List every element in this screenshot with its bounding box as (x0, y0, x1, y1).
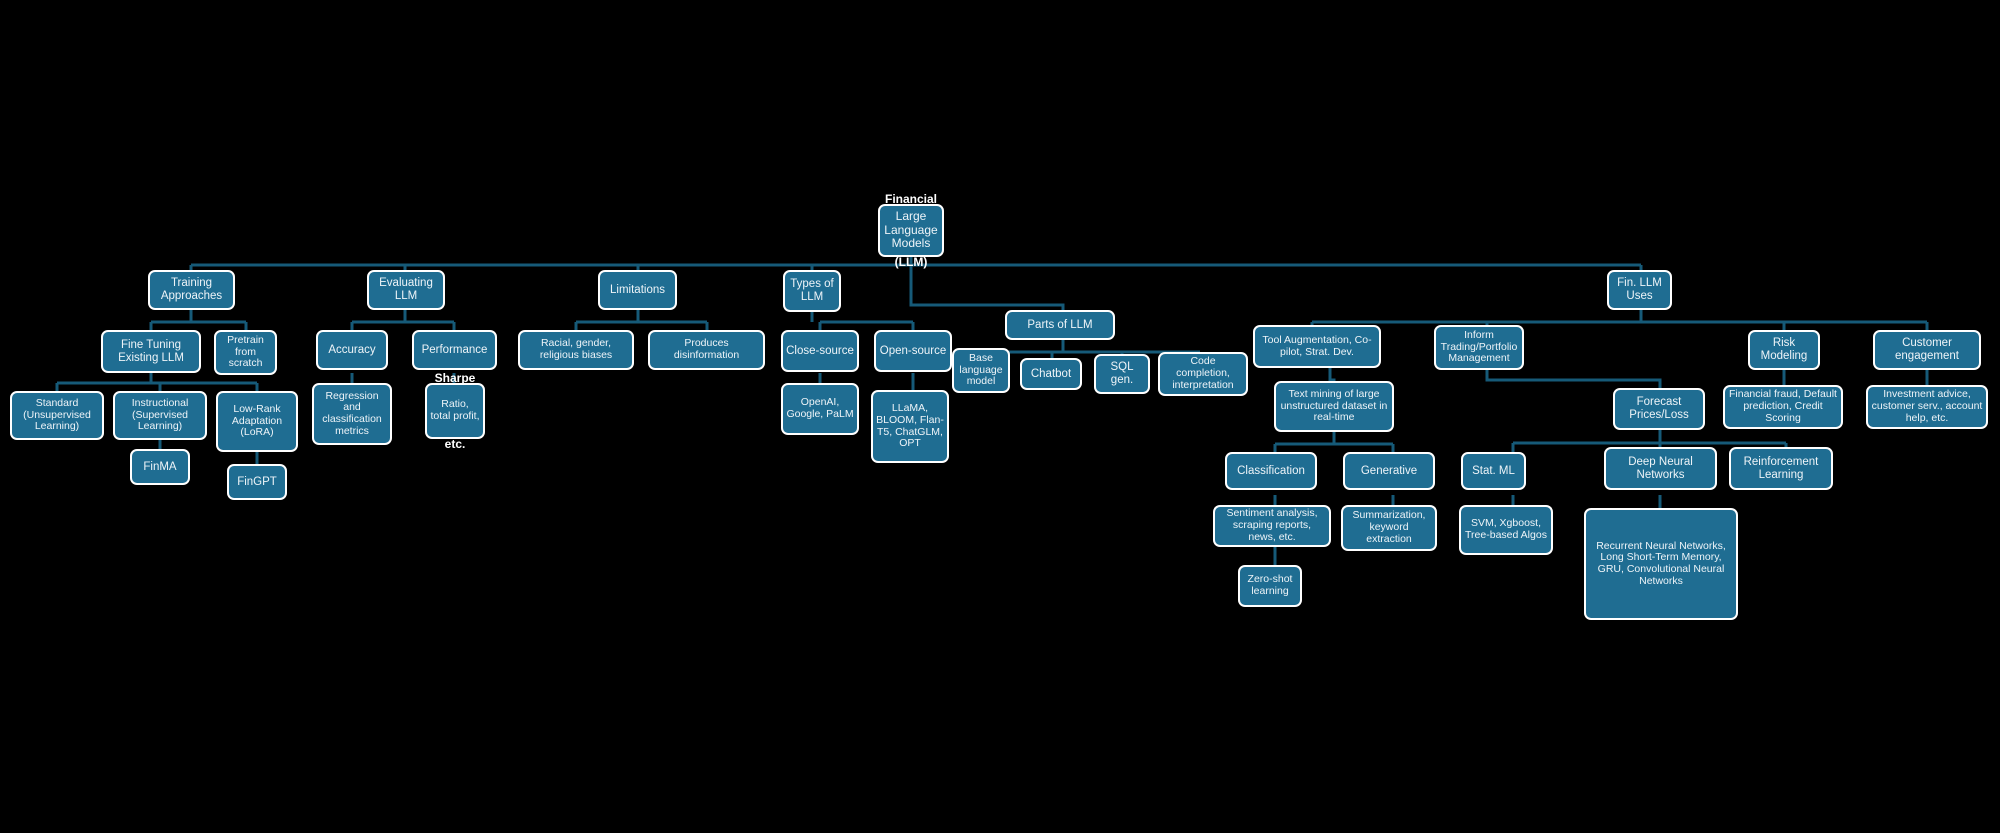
node-standard-unsupervised-label: Standard (Unsupervised Learning) (23, 396, 91, 433)
node-produces-disinformation-label: Produces disinformation (673, 337, 740, 361)
node-classification-label: Classification (1237, 464, 1305, 477)
node-root[interactable]: Financial Large Language Models (LLM) (878, 192, 944, 269)
node-reinforcement-learning[interactable]: Reinforcement Learning (1729, 447, 1833, 490)
node-openai-google-palm[interactable]: OpenAI, Google, PaLM (781, 383, 859, 435)
node-accuracy-label: Accuracy (328, 343, 376, 356)
node-forecast-prices-loss-label: Forecast Prices/Loss (1629, 396, 1689, 421)
node-reinforcement-learning-label: Reinforcement Learning (1743, 455, 1819, 481)
node-deep-neural-networks[interactable]: Deep Neural Networks (1604, 447, 1717, 490)
node-training-approaches-label: Training Approaches (160, 277, 223, 302)
node-financial-fraud-default-credit-label: Financial fraud, Default prediction, Cre… (1729, 388, 1837, 424)
node-instructional-supervised[interactable]: Instructional (Supervised Learning) (113, 391, 207, 440)
node-regression-classification-metrics[interactable]: Regression and classification metrics (312, 383, 392, 445)
node-code-completion-interpretation-label: Code completion, interpretation (1172, 355, 1234, 391)
node-rnn-lstm-gru-cnn[interactable]: Recurrent Neural Networks, Long Short-Te… (1584, 508, 1738, 620)
node-types-of-llm-label: Types of LLM (790, 278, 834, 303)
node-finma[interactable]: FinMA (130, 449, 190, 485)
node-inform-trading-portfolio[interactable]: Inform Trading/Portfolio Management (1434, 325, 1524, 370)
node-close-source[interactable]: Close-source (781, 330, 859, 372)
node-parts-of-llm-label: Parts of LLM (1027, 318, 1093, 331)
node-generative[interactable]: Generative (1343, 452, 1435, 490)
node-fine-tuning-existing-llm-label: Fine Tuning Existing LLM (118, 338, 184, 364)
node-code-completion-interpretation[interactable]: Code completion, interpretation (1158, 352, 1248, 396)
node-chatbot-label: Chatbot (1030, 367, 1072, 380)
node-stat-ml[interactable]: Stat. ML (1461, 452, 1526, 490)
node-openai-google-palm-label: OpenAI, Google, PaLM (786, 396, 854, 420)
node-close-source-label: Close-source (786, 344, 854, 357)
node-sentiment-analysis[interactable]: Sentiment analysis, scraping reports, ne… (1213, 505, 1331, 547)
node-regression-classification-metrics-label: Regression and classification metrics (322, 389, 382, 437)
node-fin-llm-uses[interactable]: Fin. LLM Uses (1607, 270, 1672, 310)
node-text-mining[interactable]: Text mining of large unstructured datase… (1274, 381, 1394, 432)
node-zero-shot-learning[interactable]: Zero-shot learning (1238, 565, 1302, 607)
node-customer-engagement[interactable]: Customer engagement (1873, 330, 1981, 370)
node-text-mining-label: Text mining of large unstructured datase… (1280, 387, 1388, 424)
node-limitations[interactable]: Limitations (598, 270, 677, 310)
node-forecast-prices-loss[interactable]: Forecast Prices/Loss (1613, 388, 1705, 430)
node-tool-augmentation[interactable]: Tool Augmentation, Co-pilot, Strat. Dev. (1253, 325, 1381, 368)
node-performance[interactable]: Performance (412, 330, 497, 370)
node-svm-xgboost-tree-algos-label: SVM, Xgboost, Tree-based Algos (1465, 517, 1547, 541)
node-pretrain-from-scratch-label: Pretrain from scratch (227, 333, 264, 370)
node-limitations-label: Limitations (610, 283, 665, 296)
node-open-source-label: Open-source (879, 344, 947, 357)
node-types-of-llm[interactable]: Types of LLM (783, 270, 841, 312)
node-zero-shot-learning-label: Zero-shot learning (1247, 573, 1293, 597)
node-parts-of-llm[interactable]: Parts of LLM (1005, 310, 1115, 340)
node-racial-gender-religious-biases[interactable]: Racial, gender, religious biases (518, 330, 634, 370)
node-classification[interactable]: Classification (1225, 452, 1317, 490)
node-fin-llm-uses-label: Fin. LLM Uses (1617, 277, 1662, 302)
node-evaluating-llm[interactable]: Evaluating LLM (367, 270, 445, 310)
root-label-below: (LLM) (894, 254, 928, 269)
node-low-rank-adaptation-label: Low-Rank Adaptation (LoRA) (231, 402, 283, 439)
node-racial-gender-religious-biases-label: Racial, gender, religious biases (539, 337, 613, 361)
node-llama-bloom-flant5-chatglm-opt[interactable]: LLaMA, BLOOM, Flan-T5, ChatGLM, OPT (871, 390, 949, 463)
node-chatbot[interactable]: Chatbot (1020, 358, 1082, 390)
node-deep-neural-networks-label: Deep Neural Networks (1628, 455, 1693, 481)
node-training-approaches[interactable]: Training Approaches (148, 270, 235, 310)
node-pretrain-from-scratch[interactable]: Pretrain from scratch (214, 330, 277, 375)
node-svm-xgboost-tree-algos[interactable]: SVM, Xgboost, Tree-based Algos (1459, 505, 1553, 555)
node-sentiment-analysis-label: Sentiment analysis, scraping reports, ne… (1226, 507, 1318, 543)
node-open-source[interactable]: Open-source (874, 330, 952, 372)
node-produces-disinformation[interactable]: Produces disinformation (648, 330, 765, 370)
node-rnn-lstm-gru-cnn-label: Recurrent Neural Networks, Long Short-Te… (1596, 539, 1726, 587)
node-inform-trading-portfolio-label: Inform Trading/Portfolio Management (1440, 328, 1518, 365)
node-risk-modeling-label: Risk Modeling (1760, 337, 1808, 362)
node-sharpe-ratio-total-profit[interactable]: Sharpe Ratio, total profit, etc. (425, 371, 485, 451)
node-investment-advice-customer-serv[interactable]: Investment advice, customer serv., accou… (1866, 385, 1988, 429)
node-summarization-keyword-label: Summarization, keyword extraction (1352, 509, 1426, 545)
node-finma-label: FinMA (143, 460, 177, 473)
node-base-language-model[interactable]: Base language model (952, 348, 1010, 393)
node-llama-bloom-flant5-chatglm-opt-label: LLaMA, BLOOM, Flan-T5, ChatGLM, OPT (876, 402, 944, 450)
node-risk-modeling[interactable]: Risk Modeling (1748, 330, 1820, 370)
node-summarization-keyword[interactable]: Summarization, keyword extraction (1341, 505, 1437, 551)
node-low-rank-adaptation[interactable]: Low-Rank Adaptation (LoRA) (216, 391, 298, 452)
node-stat-ml-label: Stat. ML (1472, 464, 1515, 477)
node-accuracy[interactable]: Accuracy (316, 330, 388, 370)
node-investment-advice-customer-serv-label: Investment advice, customer serv., accou… (1871, 388, 1983, 424)
node-standard-unsupervised[interactable]: Standard (Unsupervised Learning) (10, 391, 104, 440)
node-financial-fraud-default-credit[interactable]: Financial fraud, Default prediction, Cre… (1723, 385, 1843, 429)
node-fingpt[interactable]: FinGPT (227, 464, 287, 500)
node-sharpe-ratio-label: Ratio, total profit, (430, 398, 480, 422)
node-generative-label: Generative (1360, 464, 1418, 477)
node-performance-label: Performance (421, 343, 488, 356)
node-sql-gen[interactable]: SQL gen. (1094, 354, 1150, 394)
mindmap-canvas: Financial Large Language Models (LLM) Tr… (0, 0, 2000, 833)
node-instructional-supervised-label: Instructional (Supervised Learning) (131, 396, 189, 433)
node-fine-tuning-existing-llm[interactable]: Fine Tuning Existing LLM (101, 330, 201, 373)
node-fingpt-label: FinGPT (237, 475, 277, 488)
root-label-above: Financial (884, 192, 937, 206)
node-base-language-model-label: Base language model (959, 351, 1003, 388)
sharpe-label-below: etc. (444, 436, 466, 451)
node-root-label: Large Language Models (884, 209, 938, 251)
node-tool-augmentation-label: Tool Augmentation, Co-pilot, Strat. Dev. (1262, 333, 1372, 358)
node-evaluating-llm-label: Evaluating LLM (379, 277, 433, 302)
node-sql-gen-label: SQL gen. (1110, 361, 1134, 386)
node-customer-engagement-label: Customer engagement (1895, 337, 1959, 362)
sharpe-label-above: Sharpe (434, 371, 476, 385)
